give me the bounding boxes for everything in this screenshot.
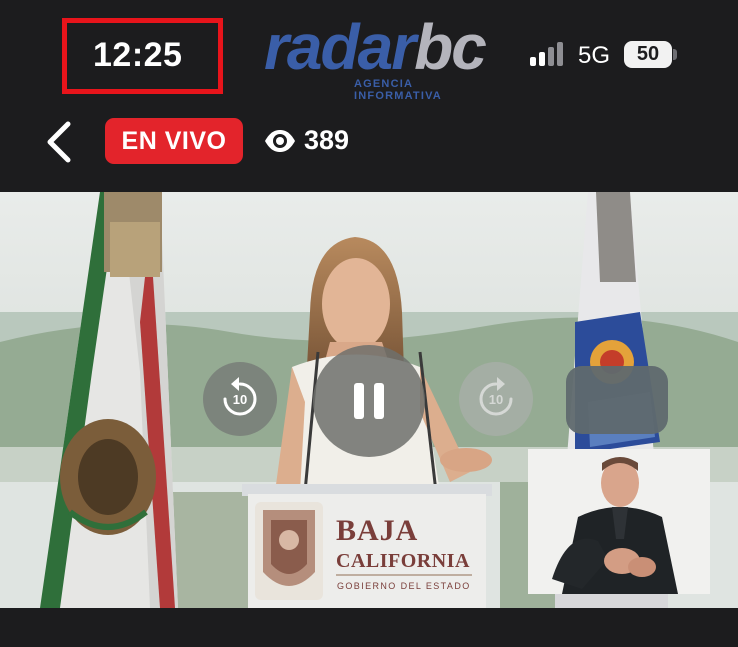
logo-radar-text: radar — [264, 11, 416, 83]
viewer-count: 389 — [304, 125, 350, 155]
podium-line-3: GOBIERNO DEL ESTADO — [337, 581, 471, 591]
chevron-left-icon — [47, 121, 71, 163]
status-time: 12:25 — [93, 36, 183, 74]
status-bar: 12:25 radarbc AGENCIA INFORMATIVA 5G 50 — [0, 0, 738, 102]
live-badge: EN VIVO — [105, 118, 243, 164]
rewind-button[interactable]: 10 — [203, 362, 277, 436]
back-button[interactable] — [42, 118, 76, 166]
logo-tagline: AGENCIA INFORMATIVA — [354, 78, 442, 102]
network-type: 5G — [578, 42, 611, 69]
battery-level: 50 — [636, 43, 660, 65]
interpreter-image — [528, 449, 710, 594]
radarbc-logo: radarbc AGENCIA INFORMATIVA — [264, 12, 504, 102]
logo-bc-text: bc — [414, 11, 487, 83]
blurred-overlay — [566, 366, 668, 434]
rewind-label: 10 — [233, 392, 247, 407]
podium-line-2: CALIFORNIA — [336, 550, 470, 572]
eye-icon — [265, 130, 295, 152]
forward-10-icon: 10 — [479, 377, 513, 416]
battery-tip — [673, 49, 677, 60]
cellular-signal-icon — [530, 42, 566, 66]
pause-icon — [354, 383, 384, 419]
rewind-10-icon: 10 — [223, 377, 257, 416]
logo-wordmark: radarbc — [264, 11, 487, 83]
pause-button[interactable] — [313, 345, 425, 457]
sign-language-interpreter-inset — [528, 449, 710, 594]
bottom-safe-area — [0, 608, 738, 647]
battery-icon: 50 — [624, 41, 672, 68]
forward-label: 10 — [489, 392, 503, 407]
podium-line-1: BAJA — [336, 514, 418, 547]
forward-button[interactable]: 10 — [459, 362, 533, 436]
